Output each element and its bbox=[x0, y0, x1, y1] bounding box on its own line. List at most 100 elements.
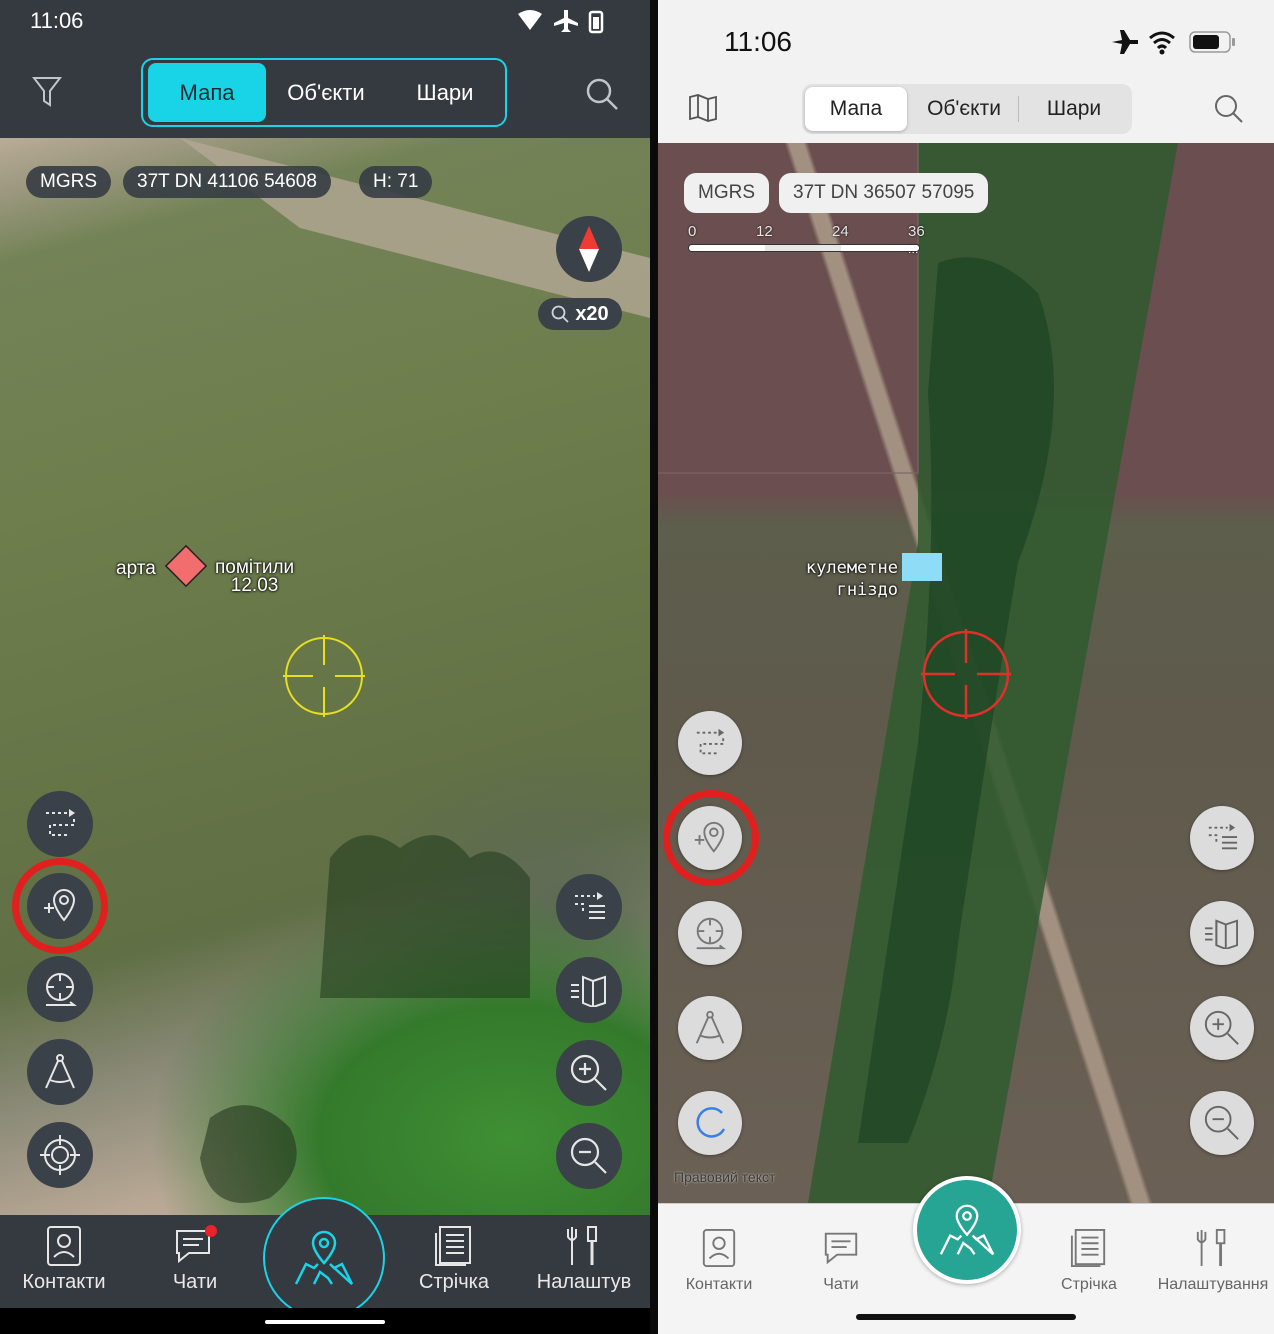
tab-map[interactable]: Мапа bbox=[148, 63, 266, 122]
compass-measure-icon bbox=[695, 1010, 725, 1044]
map-mode-icon[interactable] bbox=[684, 90, 722, 126]
status-time: 11:06 bbox=[30, 8, 84, 33]
bottom-nav: Контакти Чати Стрічка Налаштув bbox=[0, 1197, 650, 1319]
map-list-icon bbox=[571, 975, 606, 1007]
add-marker-icon bbox=[44, 888, 76, 922]
add-marker-icon bbox=[694, 821, 725, 853]
home-indicator[interactable] bbox=[265, 1320, 385, 1324]
marker-label-right: помітили 12.03 bbox=[215, 557, 295, 596]
zoom-out-icon bbox=[1204, 1105, 1239, 1140]
crosshair-icon bbox=[921, 629, 1011, 719]
map-list-icon bbox=[1205, 919, 1238, 949]
scale-bar: 0 12 24 36 м bbox=[688, 223, 925, 257]
route-button[interactable] bbox=[27, 791, 93, 857]
nav-contacts[interactable]: Контакти bbox=[672, 1204, 766, 1294]
zoom-out-button[interactable] bbox=[556, 1123, 622, 1189]
nav-map[interactable] bbox=[913, 1176, 1021, 1284]
sector-button[interactable] bbox=[678, 901, 742, 965]
target-button[interactable] bbox=[27, 1122, 93, 1188]
list-route-icon bbox=[575, 892, 605, 919]
sector-button[interactable] bbox=[27, 956, 93, 1022]
map-view[interactable]: MGRS 37T DN 36507 57095 0 12 24 36 м кул… bbox=[658, 143, 1274, 1203]
route-icon bbox=[46, 809, 75, 836]
tab-layers[interactable]: Шари bbox=[1020, 87, 1128, 131]
crosshair-icon bbox=[283, 635, 365, 717]
sector-icon bbox=[696, 917, 727, 950]
coord-system-badge[interactable]: MGRS bbox=[26, 166, 111, 198]
zoom-in-button[interactable] bbox=[1190, 996, 1254, 1060]
ios-screen: 11:06 Мапа Об'єкти Шари MGRS 37T DN 3650… bbox=[658, 0, 1274, 1334]
list-route-icon bbox=[1208, 823, 1238, 850]
tab-layers[interactable]: Шари bbox=[386, 63, 504, 122]
coord-value-badge[interactable]: 37T DN 36507 57095 bbox=[779, 173, 989, 213]
route-button[interactable] bbox=[678, 711, 742, 775]
wifi-icon bbox=[1149, 31, 1175, 50]
wifi-icon bbox=[518, 10, 542, 30]
view-segmented-control: Мапа Об'єкти Шари bbox=[802, 84, 1132, 134]
spinner-icon bbox=[696, 1107, 726, 1138]
search-icon[interactable] bbox=[582, 74, 622, 114]
machine-gun-marker[interactable] bbox=[902, 553, 942, 581]
status-time: 11:06 bbox=[724, 26, 792, 57]
compass-measure-icon bbox=[45, 1054, 75, 1089]
target-icon bbox=[40, 1135, 80, 1175]
segment-separator bbox=[1018, 96, 1019, 122]
list-route-button[interactable] bbox=[1190, 806, 1254, 870]
tools-icon bbox=[567, 1226, 597, 1265]
route-icon bbox=[696, 728, 725, 755]
coord-system-badge[interactable]: MGRS bbox=[684, 173, 769, 213]
nav-feed[interactable]: Стрічка bbox=[1042, 1204, 1136, 1294]
home-indicator[interactable] bbox=[856, 1314, 1076, 1320]
height-badge: H: 71 bbox=[359, 166, 433, 198]
zoom-in-button[interactable] bbox=[556, 1040, 622, 1106]
tab-map[interactable]: Мапа bbox=[805, 87, 907, 131]
marker-label-left: арта bbox=[116, 558, 156, 579]
tab-objects[interactable]: Об'єкти bbox=[910, 87, 1018, 131]
zoom-out-icon bbox=[570, 1137, 607, 1174]
zoom-in-icon bbox=[1204, 1010, 1239, 1045]
bottom-nav: Контакти Чати Стрічка Налаштування bbox=[658, 1176, 1274, 1334]
measure-button[interactable] bbox=[27, 1039, 93, 1105]
unread-badge bbox=[205, 1225, 217, 1237]
nav-settings[interactable]: Налаштув bbox=[528, 1215, 640, 1308]
chats-icon bbox=[824, 1232, 858, 1265]
nav-contacts[interactable]: Контакти bbox=[10, 1215, 118, 1308]
airplane-icon bbox=[554, 10, 578, 32]
feed-icon bbox=[435, 1226, 471, 1266]
status-bar: 11:06 bbox=[0, 0, 650, 40]
magnifier-icon bbox=[551, 305, 569, 323]
nav-map[interactable] bbox=[263, 1197, 385, 1319]
compass-button[interactable] bbox=[556, 216, 622, 282]
add-marker-button[interactable] bbox=[678, 806, 742, 870]
nav-settings[interactable]: Налаштування bbox=[1152, 1204, 1274, 1294]
panel-divider bbox=[650, 0, 658, 1334]
chats-icon bbox=[176, 1225, 217, 1264]
map-pin-icon bbox=[939, 1204, 995, 1256]
view-segmented-control: Мапа Об'єкти Шари bbox=[141, 58, 507, 127]
contacts-icon bbox=[702, 1229, 736, 1267]
legal-text-link[interactable]: Правовий текст bbox=[674, 1169, 775, 1185]
map-pin-icon bbox=[294, 1230, 354, 1285]
nav-feed[interactable]: Стрічка bbox=[404, 1215, 504, 1308]
list-route-button[interactable] bbox=[556, 874, 622, 940]
compass-icon bbox=[579, 226, 599, 272]
loading-button[interactable] bbox=[678, 1091, 742, 1155]
tab-objects[interactable]: Об'єкти bbox=[267, 63, 385, 122]
map-view[interactable]: MGRS 37T DN 41106 54608 H: 71 x20 арта п… bbox=[0, 138, 650, 1215]
feed-icon bbox=[1070, 1229, 1106, 1267]
search-icon[interactable] bbox=[1212, 92, 1246, 126]
map-list-button[interactable] bbox=[1190, 901, 1254, 965]
coord-value-badge[interactable]: 37T DN 41106 54608 bbox=[123, 166, 331, 198]
sector-icon bbox=[46, 973, 77, 1006]
nav-chats[interactable]: Чати bbox=[145, 1215, 245, 1308]
measure-button[interactable] bbox=[678, 996, 742, 1060]
zoom-level-badge: x20 bbox=[538, 298, 622, 330]
nav-chats[interactable]: Чати bbox=[794, 1204, 888, 1294]
tools-icon bbox=[1196, 1229, 1226, 1267]
add-marker-button[interactable] bbox=[27, 873, 93, 939]
map-list-button[interactable] bbox=[556, 957, 622, 1023]
zoom-in-icon bbox=[570, 1054, 607, 1091]
filter-icon[interactable] bbox=[28, 72, 66, 112]
contacts-icon bbox=[47, 1226, 81, 1266]
zoom-out-button[interactable] bbox=[1190, 1091, 1254, 1155]
